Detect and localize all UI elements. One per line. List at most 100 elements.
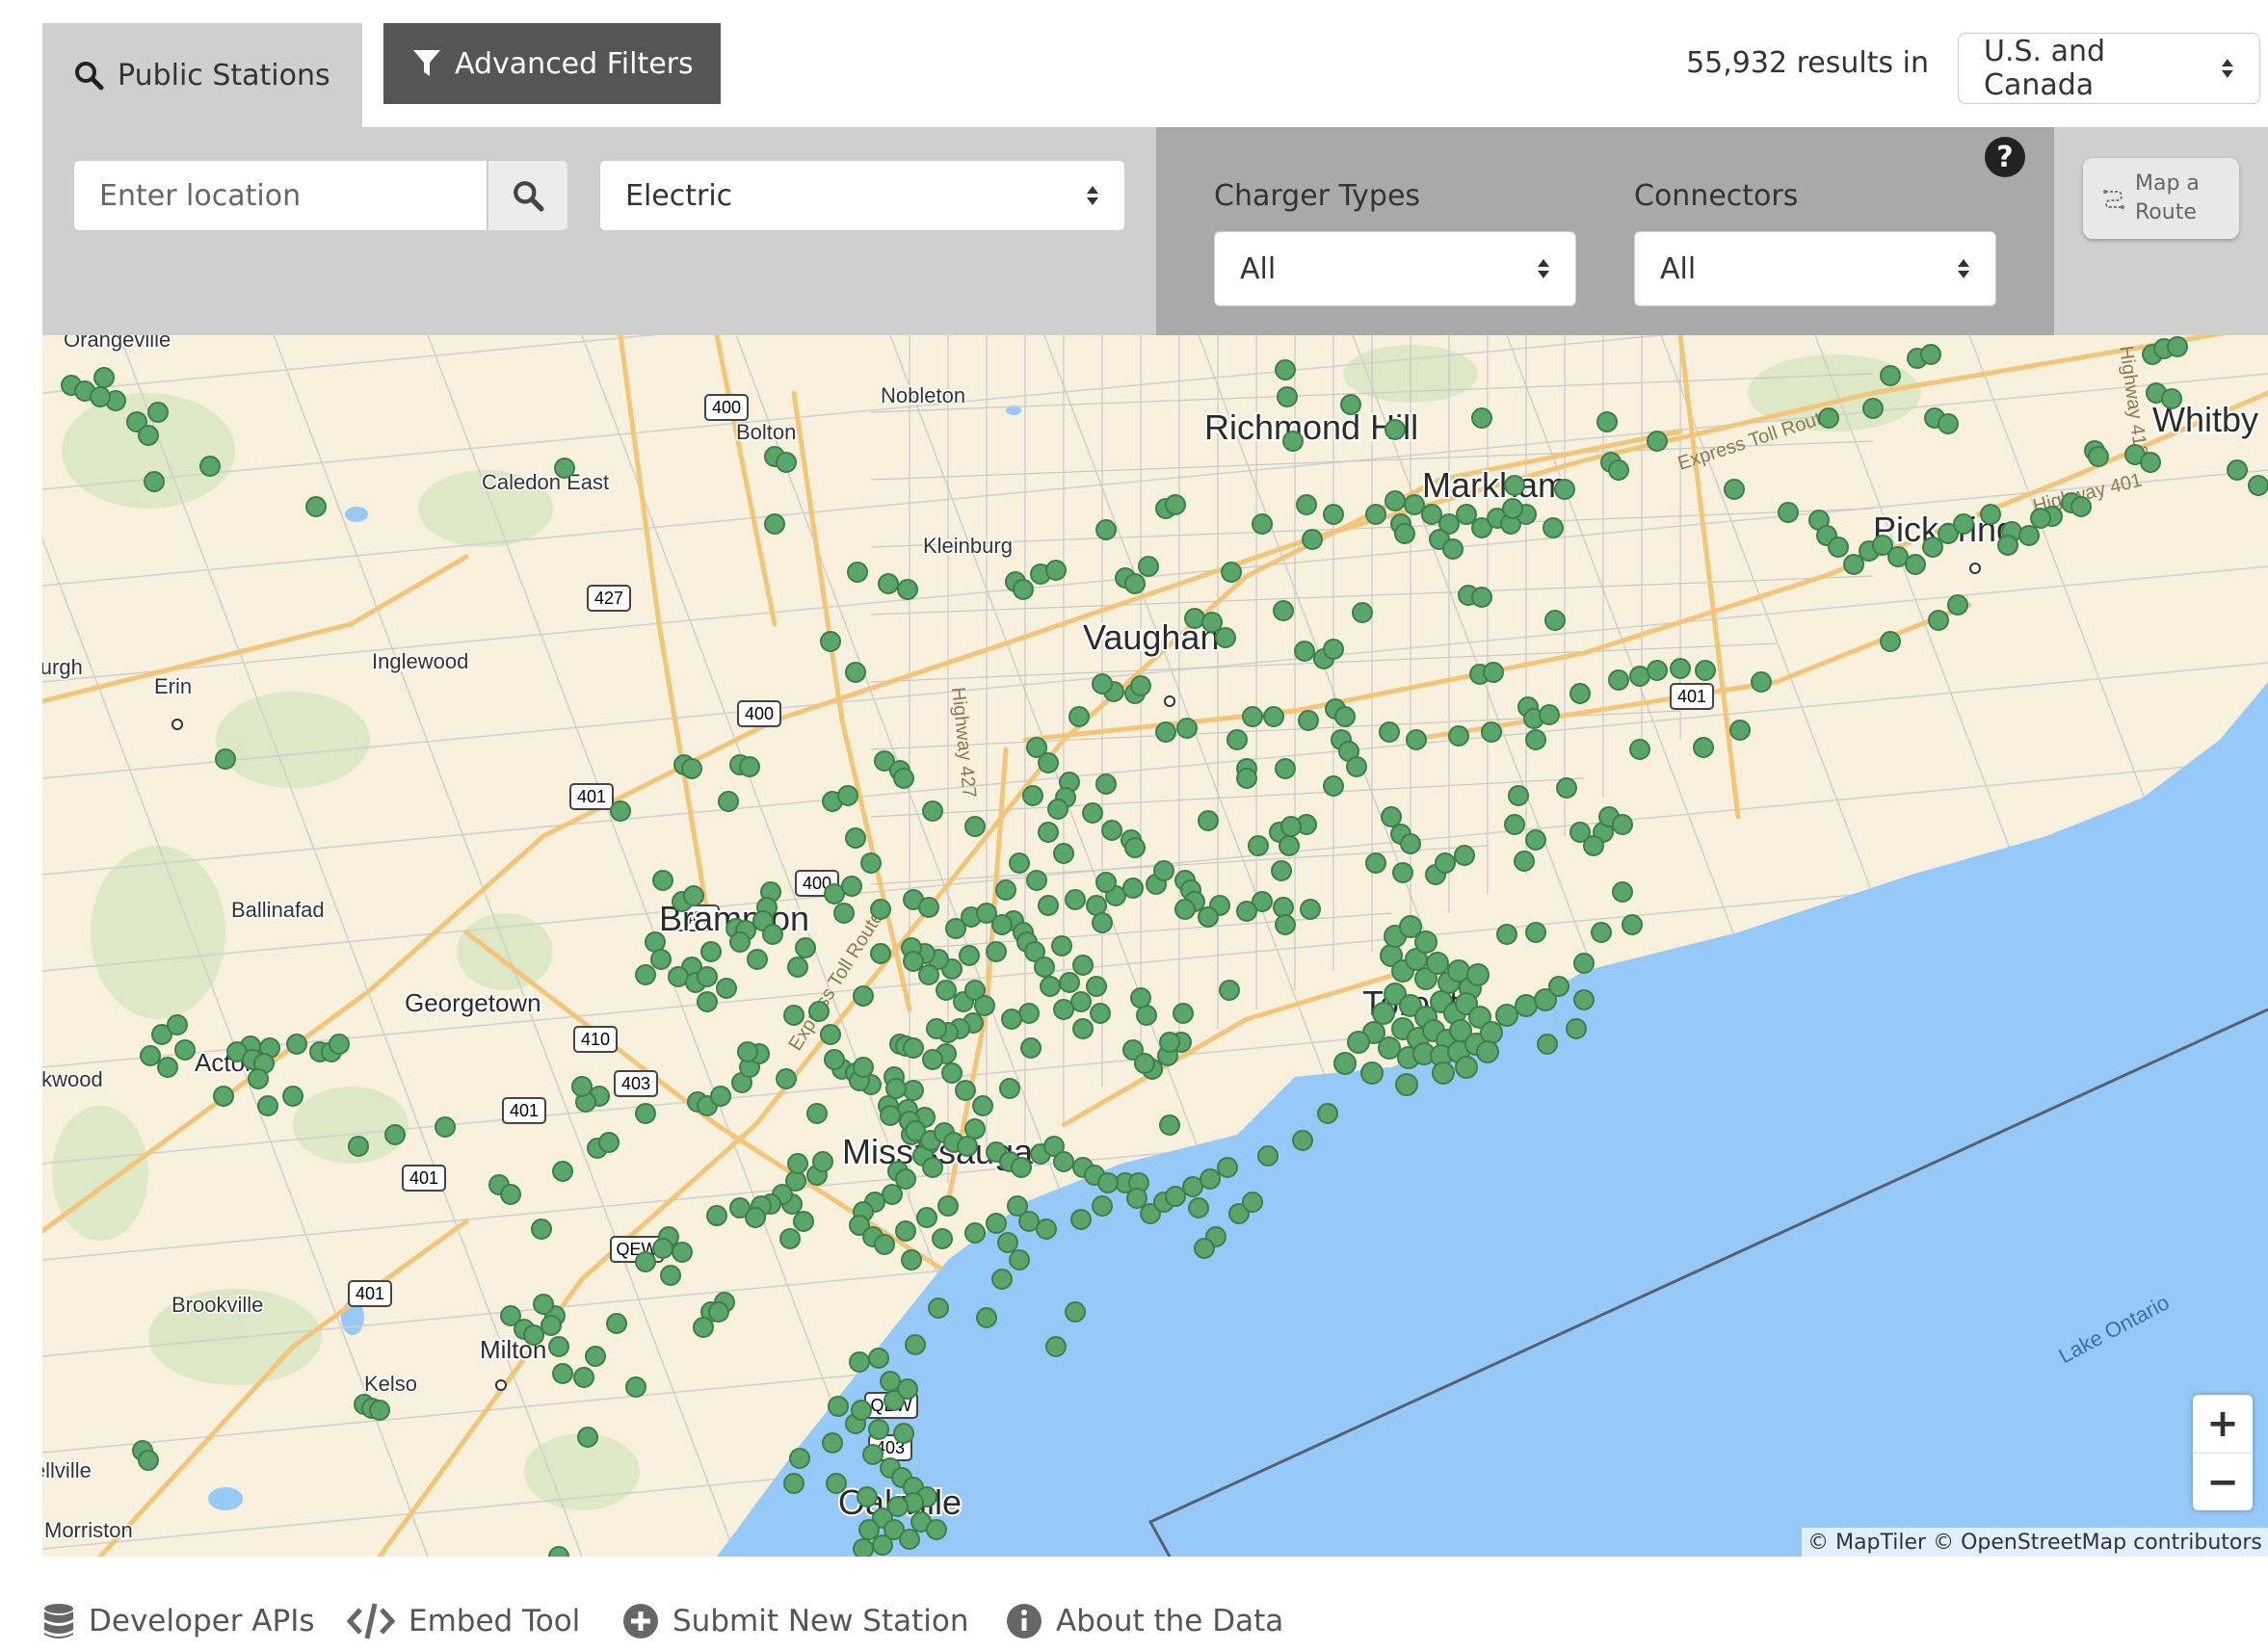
station-marker: [1569, 683, 1591, 704]
station-marker: [824, 883, 845, 904]
station-marker: [1082, 802, 1103, 824]
station-marker: [706, 1205, 727, 1226]
station-marker: [845, 662, 866, 683]
station-marker: [1880, 365, 1901, 386]
shield-427: 427: [587, 585, 631, 612]
station-marker: [779, 1228, 801, 1249]
region-select[interactable]: U.S. and Canada: [1958, 33, 2260, 104]
footer-about-data[interactable]: About the Data: [1006, 1599, 1283, 1643]
station-marker: [1365, 852, 1386, 874]
station-marker: [1201, 612, 1223, 633]
station-marker: [1294, 641, 1315, 662]
station-map[interactable]: 400 427 400 401 400 410 403 401 401 QEW …: [42, 335, 2268, 1557]
station-marker: [1198, 906, 1219, 928]
station-marker: [893, 768, 914, 789]
station-marker: [893, 1423, 914, 1444]
station-marker: [903, 951, 924, 972]
station-marker: [174, 1039, 196, 1061]
station-marker: [1138, 556, 1159, 577]
location-input[interactable]: Enter location: [73, 160, 488, 231]
station-marker: [1090, 1003, 1111, 1024]
zoom-out-button[interactable]: −: [2193, 1454, 2253, 1511]
station-marker: [1346, 756, 1367, 777]
station-marker: [928, 1297, 949, 1319]
station-marker: [1508, 785, 1529, 806]
footer-embed-tool[interactable]: Embed Tool: [347, 1599, 580, 1643]
map-canvas[interactable]: 400 427 400 401 400 410 403 401 401 QEW …: [42, 335, 2268, 1557]
station-marker: [812, 1151, 833, 1172]
station-marker: [144, 471, 165, 492]
station-marker: [610, 800, 631, 822]
station-marker: [1525, 729, 1546, 750]
station-marker: [1059, 972, 1080, 993]
station-marker: [1647, 660, 1668, 681]
station-marker: [1456, 504, 1477, 525]
station-marker: [1095, 519, 1117, 540]
station-marker: [976, 1307, 997, 1328]
station-marker: [1525, 829, 1546, 851]
station-marker: [1466, 963, 1490, 986]
location-search-button[interactable]: [488, 160, 568, 231]
station-marker: [1045, 1336, 1067, 1357]
station-marker: [926, 1519, 947, 1540]
station-marker: [1323, 639, 1344, 660]
station-marker: [964, 816, 986, 837]
station-marker: [1275, 758, 1296, 779]
station-marker: [1670, 658, 1691, 679]
station-marker: [1334, 706, 1356, 727]
map-a-route-button[interactable]: Map a Route: [2083, 158, 2239, 239]
station-marker: [764, 513, 785, 535]
fuel-type-select[interactable]: Electric: [599, 160, 1125, 231]
station-marker: [783, 1005, 804, 1026]
station-marker: [918, 964, 939, 985]
zoom-in-button[interactable]: +: [2193, 1395, 2253, 1454]
station-marker: [697, 966, 718, 987]
station-marker: [1608, 669, 1629, 691]
station-marker: [500, 1184, 521, 1205]
region-select-value: U.S. and Canada: [1984, 35, 2106, 102]
station-marker: [1038, 822, 1059, 843]
station-marker: [1273, 600, 1294, 621]
tab-advanced-filters[interactable]: Advanced Filters: [383, 23, 721, 104]
station-marker: [1217, 1157, 1238, 1178]
station-marker: [903, 1037, 924, 1059]
station-marker: [1471, 407, 1492, 429]
shield-400-a: 400: [704, 394, 749, 421]
station-marker: [1068, 706, 1090, 727]
station-marker: [672, 1242, 693, 1263]
station-marker: [1379, 721, 1400, 743]
station-marker: [895, 1168, 916, 1190]
lake-ontario: [717, 682, 2268, 1557]
station-marker: [2248, 475, 2268, 496]
station-marker: [1573, 953, 1595, 974]
station-marker: [1242, 1192, 1263, 1213]
station-marker: [1176, 718, 1198, 739]
station-marker: [1051, 935, 1072, 957]
station-marker: [645, 931, 666, 953]
station-marker: [1352, 602, 1373, 623]
station-marker: [305, 496, 327, 517]
station-marker: [1165, 1186, 1186, 1207]
station-marker: [213, 1086, 234, 1107]
station-marker: [833, 903, 855, 924]
station-marker: [729, 931, 751, 953]
charger-types-select[interactable]: All: [1214, 231, 1576, 306]
station-marker: [1130, 675, 1151, 696]
station-marker: [1159, 1114, 1180, 1136]
station-marker: [1887, 546, 1909, 567]
station-marker: [1174, 899, 1196, 920]
footer-submit-new-station[interactable]: Submit New Station: [622, 1599, 969, 1643]
station-marker: [941, 1062, 963, 1084]
station-marker: [1092, 1195, 1113, 1217]
station-marker: [1236, 901, 1257, 922]
charger-types-label: Charger Types: [1214, 179, 1421, 213]
connectors-select[interactable]: All: [1634, 231, 1996, 306]
station-marker: [606, 1313, 627, 1334]
station-marker: [1221, 562, 1242, 583]
tab-public-stations[interactable]: Public Stations: [42, 23, 362, 127]
help-icon[interactable]: ?: [1985, 137, 2025, 177]
station-marker: [138, 1450, 159, 1471]
map-attribution[interactable]: © MapTiler © OpenStreetMap contributors: [1802, 1528, 2268, 1557]
station-marker: [635, 1103, 656, 1124]
footer-developer-apis[interactable]: Developer APIs: [42, 1599, 314, 1643]
